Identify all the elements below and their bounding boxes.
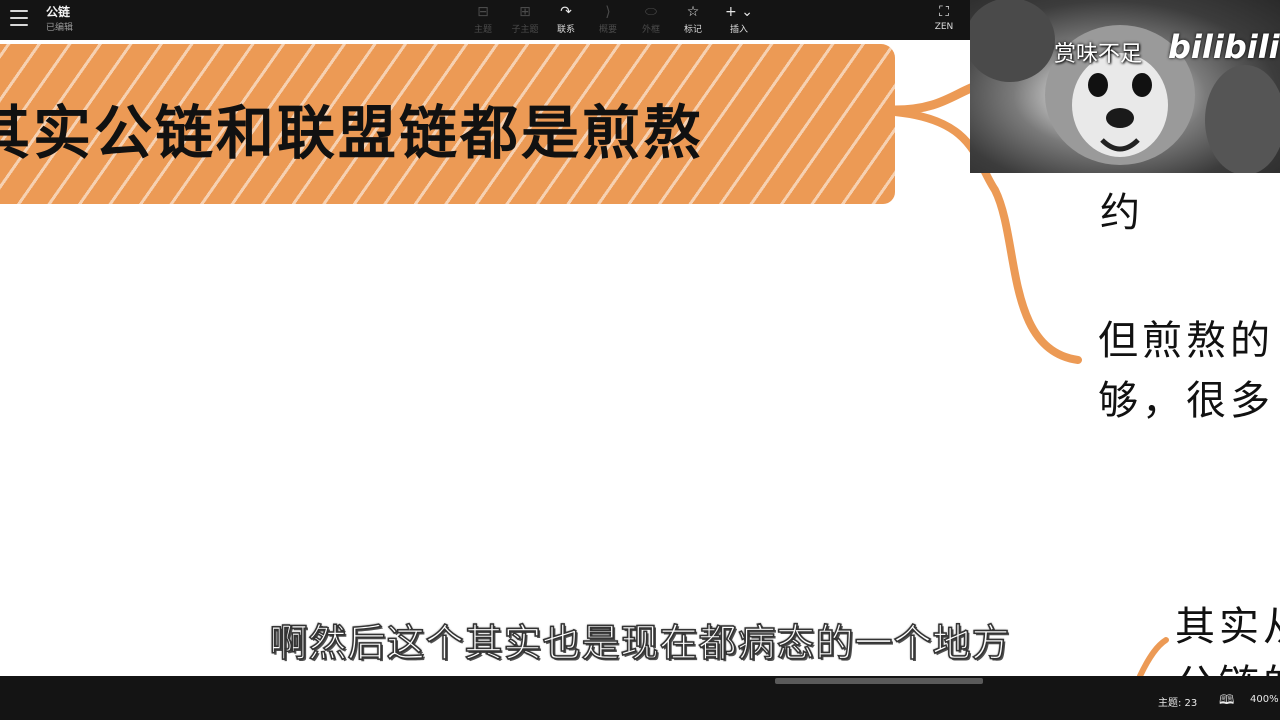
subtopic-node-2-line1[interactable]: 但煎熬的 <box>1098 308 1274 366</box>
zoom-level[interactable]: 400% <box>1250 694 1279 705</box>
subtopic-button[interactable]: ⊞ 子主题 <box>505 3 545 35</box>
plus-icon: + ⌄ <box>725 4 753 20</box>
summary-button[interactable]: ⟩ 概要 <box>588 3 628 35</box>
status-bar: 主题: 23 🕮 400% <box>0 676 1280 720</box>
subtopic-icon: ⊞ <box>519 4 531 20</box>
main-topic-text: 其实公链和联盟链都是煎熬 <box>0 99 705 167</box>
topic-button-label: 主题 <box>473 25 492 35</box>
summary-button-label: 概要 <box>598 25 617 35</box>
hamburger-menu-icon[interactable] <box>10 10 28 26</box>
video-overlay: 赏味不足 bilibili <box>970 0 1280 173</box>
summary-icon: ⟩ <box>605 4 611 20</box>
red-panda-image <box>970 0 1280 173</box>
outline-book-icon[interactable]: 🕮 <box>1219 691 1234 713</box>
topic-count: 主题: 23 <box>1158 698 1198 709</box>
boundary-icon: ⬭ <box>645 4 657 20</box>
topic-button[interactable]: ⊟ 主题 <box>463 3 503 35</box>
subtopic-node-2-line2[interactable]: 够，很多 <box>1098 368 1274 426</box>
document-title[interactable]: 公链 <box>46 3 70 20</box>
boundary-button-label: 外框 <box>641 25 660 35</box>
zen-mode-label: ZEN <box>934 22 954 32</box>
video-subtitle: 啊然后这个其实也是现在都病态的一个地方 <box>269 620 1011 666</box>
bilibili-logo: bilibili <box>1168 28 1280 66</box>
star-icon: ☆ <box>686 4 700 20</box>
topic-icon: ⊟ <box>477 4 489 20</box>
subtopic-button-label: 子主题 <box>511 25 539 35</box>
marker-button[interactable]: ☆ 标记 <box>673 3 713 35</box>
fullscreen-icon: ⛶ <box>939 4 949 20</box>
main-topic-node[interactable]: 其实公链和联盟链都是煎熬 <box>0 44 895 204</box>
relationship-button[interactable]: ↷ 联系 <box>546 3 586 35</box>
top-toolbar: 公链 已编辑 ⊟ 主题 ⊞ 子主题 ↷ 联系 ⟩ 概要 ⬭ 外框 ☆ 标记 + … <box>0 0 970 40</box>
zen-mode-button[interactable]: ⛶ ZEN <box>924 3 964 32</box>
subtopic-node-1-line1[interactable]: 约 <box>1100 180 1144 238</box>
insert-button[interactable]: + ⌄ 插入 <box>719 3 759 35</box>
marker-button-label: 标记 <box>683 25 702 35</box>
boundary-button[interactable]: ⬭ 外框 <box>631 3 671 35</box>
horizontal-scrollbar[interactable] <box>775 678 983 684</box>
document-status: 已编辑 <box>46 23 74 33</box>
relationship-button-label: 联系 <box>556 25 575 35</box>
relationship-icon: ↷ <box>560 4 572 20</box>
insert-button-label: 插入 <box>729 25 748 35</box>
video-watermark: 赏味不足 <box>1054 42 1143 67</box>
